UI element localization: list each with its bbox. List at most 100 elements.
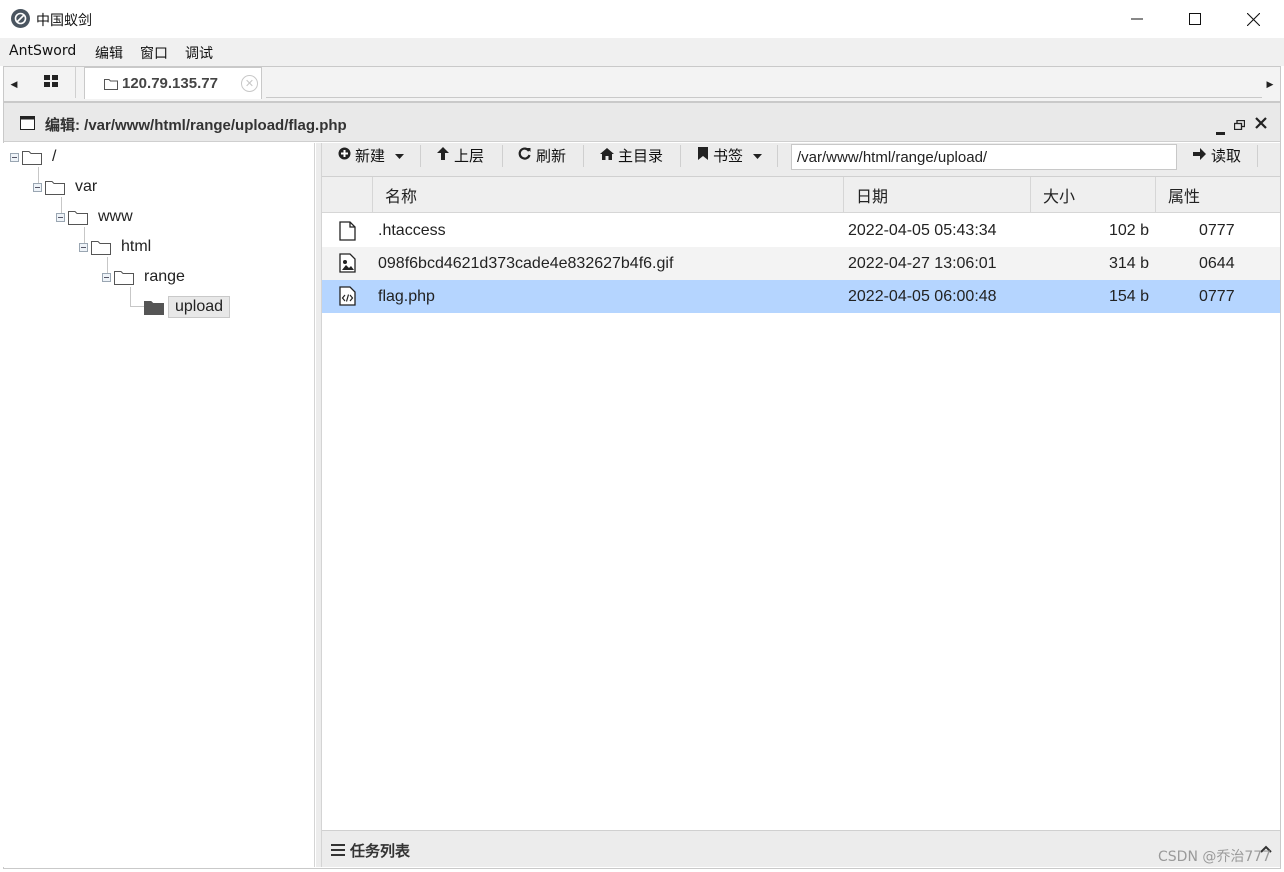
refresh-icon <box>518 146 531 164</box>
window-icon <box>20 116 35 134</box>
menu-antsword[interactable]: AntSword <box>9 43 76 59</box>
path-input[interactable] <box>791 144 1177 170</box>
file-size: 154 b <box>1108 287 1149 305</box>
table-row[interactable]: 098f6bcd4621d373cade4e832627b4f6.gif 202… <box>322 247 1280 280</box>
tab-scroll-right-icon[interactable]: ▶ <box>1260 67 1280 101</box>
title-bar: 中国蚁剑 <box>0 0 1284 38</box>
folder-outline-icon <box>91 240 111 255</box>
list-icon <box>331 843 345 860</box>
toolbar-separator <box>1257 145 1258 167</box>
panel-header: 编辑: /var/www/html/range/upload/flag.php <box>4 103 1280 142</box>
toolbar-separator <box>583 145 584 167</box>
collapse-toggle-icon[interactable] <box>33 182 42 192</box>
collapse-toggle-icon[interactable] <box>79 242 88 252</box>
tree-node-label: www <box>98 208 133 225</box>
up-level-button[interactable]: 上层 <box>437 143 484 167</box>
tree-node-upload[interactable]: upload <box>144 295 231 319</box>
tree-node-label: html <box>121 238 152 255</box>
minimize-button[interactable] <box>1108 0 1166 38</box>
tree-node-www[interactable]: www <box>56 205 133 229</box>
tab-strip: ◀ 120.79.135.77 ✕ ▶ <box>3 66 1281 102</box>
file-name: 098f6bcd4621d373cade4e832627b4f6.gif <box>378 254 674 272</box>
refresh-label: 刷新 <box>536 147 567 165</box>
file-icon <box>339 221 356 245</box>
file-name: .htaccess <box>378 221 446 239</box>
task-list-bar[interactable]: 任务列表 <box>322 830 1280 867</box>
file-toolbar: 新建 上层 刷新 主目录 书签 /var/www/html/range/uplo… <box>322 143 1280 177</box>
bookmark-icon <box>698 146 708 164</box>
panel-close-icon[interactable] <box>1255 116 1267 133</box>
plus-circle-icon <box>338 147 351 164</box>
collapse-toggle-icon[interactable] <box>10 152 19 162</box>
menu-window[interactable]: 窗口 <box>140 43 168 63</box>
tree-node-label-selected: upload <box>168 296 231 318</box>
image-file-icon <box>339 253 356 277</box>
menu-bar: AntSword 编辑 窗口 调试 <box>0 38 1284 66</box>
caret-down-icon <box>395 147 405 164</box>
menu-edit[interactable]: 编辑 <box>95 43 123 63</box>
window-title: 中国蚁剑 <box>36 13 92 29</box>
tab-home[interactable] <box>26 67 76 98</box>
arrow-right-icon <box>1193 147 1206 164</box>
antsword-logo-icon <box>11 9 30 28</box>
column-header-size[interactable]: 大小 <box>1030 177 1155 213</box>
column-header-name[interactable]: 名称 <box>372 177 843 213</box>
collapse-toggle-icon[interactable] <box>56 212 65 222</box>
grid-icon <box>43 74 58 91</box>
tab-scroll-left-icon[interactable]: ◀ <box>4 67 24 101</box>
table-row-selected[interactable]: flag.php 2022-04-05 06:00:48 154 b 0777 <box>322 280 1280 313</box>
arrow-up-icon <box>437 146 449 164</box>
tree-node-root[interactable]: / <box>10 145 56 169</box>
tree-node-var[interactable]: var <box>33 175 97 199</box>
tab-host-label: 120.79.135.77 <box>122 75 218 92</box>
grid-header: 名称 日期 大小 属性 <box>322 177 1280 213</box>
column-header-date[interactable]: 日期 <box>843 177 1030 213</box>
tree-node-html[interactable]: html <box>79 235 151 259</box>
toolbar-separator <box>777 145 778 167</box>
file-attr: 0777 <box>1199 221 1235 239</box>
panel-title: 编辑: /var/www/html/range/upload/flag.php <box>45 117 347 134</box>
file-grid: 名称 日期 大小 属性 .htaccess 2022-04-05 05:43:3… <box>322 177 1280 825</box>
file-attr: 0777 <box>1199 287 1235 305</box>
file-date: 2022-04-27 13:06:01 <box>848 254 997 272</box>
bookmark-label: 书签 <box>713 147 744 165</box>
file-date: 2022-04-05 06:00:48 <box>848 287 997 305</box>
home-icon <box>600 147 614 164</box>
tree-node-label: / <box>52 148 57 165</box>
tree-node-range[interactable]: range <box>102 265 185 289</box>
home-button[interactable]: 主目录 <box>600 143 663 167</box>
refresh-button[interactable]: 刷新 <box>518 143 566 167</box>
panel-minimize-icon[interactable] <box>1216 122 1225 139</box>
folder-outline-icon <box>114 270 134 285</box>
tab-host[interactable]: 120.79.135.77 ✕ <box>84 67 262 99</box>
folder-outline-icon <box>104 77 118 94</box>
maximize-button[interactable] <box>1166 0 1224 38</box>
tree-node-label: range <box>144 268 185 285</box>
menu-debug[interactable]: 调试 <box>185 43 213 63</box>
panel-restore-icon[interactable] <box>1233 117 1246 134</box>
folder-outline-icon <box>22 150 42 165</box>
toolbar-separator <box>502 145 503 167</box>
caret-down-icon <box>753 147 763 164</box>
read-label: 读取 <box>1211 147 1242 165</box>
directory-tree: / var www html range upload <box>3 143 315 867</box>
task-list-label: 任务列表 <box>350 842 411 860</box>
file-date: 2022-04-05 05:43:34 <box>848 221 997 239</box>
bookmark-button[interactable]: 书签 <box>698 143 763 167</box>
close-window-button[interactable] <box>1224 0 1282 38</box>
toolbar-separator <box>680 145 681 167</box>
code-file-icon <box>339 286 356 310</box>
file-name: flag.php <box>378 287 435 305</box>
file-attr: 0644 <box>1199 254 1235 272</box>
column-header-attr[interactable]: 属性 <box>1155 177 1280 213</box>
new-button[interactable]: 新建 <box>338 143 405 167</box>
new-button-label: 新建 <box>355 147 386 165</box>
folder-outline-icon <box>45 180 65 195</box>
table-row[interactable]: .htaccess 2022-04-05 05:43:34 102 b 0777 <box>322 214 1280 247</box>
tab-divider <box>266 97 1262 98</box>
toolbar-separator <box>420 145 421 167</box>
read-button[interactable]: 读取 <box>1193 143 1241 167</box>
collapse-toggle-icon[interactable] <box>102 272 111 282</box>
tab-close-icon[interactable]: ✕ <box>241 75 258 92</box>
up-level-label: 上层 <box>454 147 485 165</box>
